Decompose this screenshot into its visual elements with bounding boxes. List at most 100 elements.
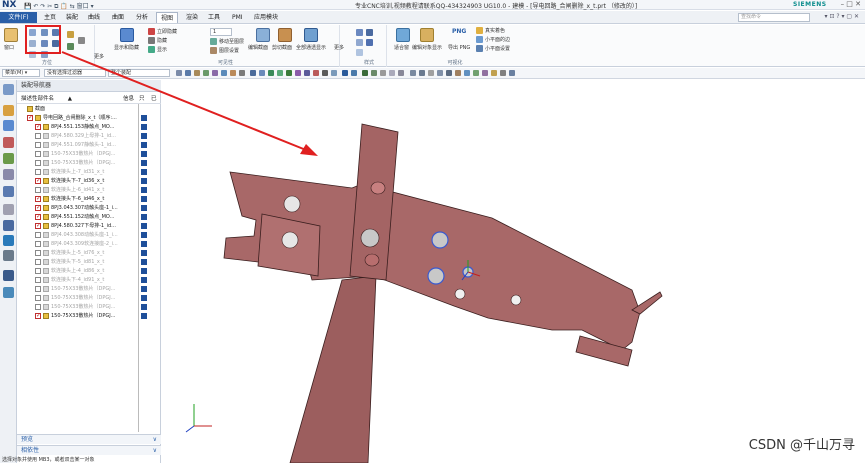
- zoom-icon[interactable]: [67, 31, 74, 38]
- contact-stud-top[interactable]: [370, 181, 386, 195]
- view-icon-3[interactable]: [428, 70, 434, 76]
- more-snap-icon[interactable]: [389, 70, 395, 76]
- hd3d-icon[interactable]: [3, 169, 14, 180]
- view-icon-11[interactable]: [500, 70, 506, 76]
- immediate-hide-button[interactable]: 立即隐藏: [148, 28, 177, 35]
- part-navigator-icon[interactable]: [3, 137, 14, 148]
- reuse-library-icon[interactable]: [3, 153, 14, 164]
- file-menu[interactable]: 文件(F): [0, 12, 37, 23]
- hidden-wire-icon[interactable]: [356, 49, 363, 56]
- visibility-checkbox[interactable]: [35, 286, 41, 292]
- component-node[interactable]: 软连接头下-7_id36_x_t: [17, 177, 161, 186]
- preview-panel-bar[interactable]: 预览 ∨: [17, 434, 161, 444]
- visibility-checkbox[interactable]: [35, 241, 41, 247]
- snap-icon-7[interactable]: [304, 70, 310, 76]
- visibility-checkbox[interactable]: [35, 142, 41, 148]
- history-icon[interactable]: [3, 204, 14, 215]
- visibility-checkbox[interactable]: [27, 114, 33, 122]
- component-node[interactable]: 150-75X33散热片（DPGJ...: [17, 303, 161, 312]
- view-icon-2[interactable]: [419, 70, 425, 76]
- png-icon[interactable]: PNG: [452, 28, 466, 35]
- view-icon-5[interactable]: [446, 70, 452, 76]
- clip-section-icon[interactable]: [278, 28, 292, 42]
- tab-assembly[interactable]: 装配: [62, 12, 82, 23]
- hide-button[interactable]: 隐藏: [148, 37, 167, 44]
- view-icon-9[interactable]: [482, 70, 488, 76]
- fit-window-button[interactable]: 适合窗: [394, 44, 409, 51]
- col-info-header[interactable]: 信息: [123, 94, 134, 104]
- component-node[interactable]: 8PJ4.043.309软连接座-2_i...: [17, 240, 161, 249]
- view-icon-4[interactable]: [437, 70, 443, 76]
- visibility-checkbox[interactable]: [35, 133, 41, 139]
- select-icon-4[interactable]: [203, 70, 209, 76]
- tab-applications[interactable]: 应用模块: [250, 12, 282, 23]
- select-icon-6[interactable]: [221, 70, 227, 76]
- layer-settings-button[interactable]: 图层设置: [210, 47, 239, 54]
- export-png-button[interactable]: 导出 PNG: [448, 44, 470, 51]
- quick-access-toolbar[interactable]: 💾 ↶ ↷ ✂ ⧉ 📋 ⇆ 窗口 ▾: [24, 1, 94, 11]
- shaded-icon[interactable]: [356, 29, 363, 36]
- tab-analysis[interactable]: 分析: [132, 12, 152, 23]
- tab-render[interactable]: 渲染: [182, 12, 202, 23]
- move-to-layer-button[interactable]: 移动至图层: [210, 38, 244, 45]
- tab-curve[interactable]: 曲线: [84, 12, 104, 23]
- system-materials-icon[interactable]: [3, 220, 14, 231]
- more-orient-icon[interactable]: [78, 37, 85, 44]
- visibility-checkbox[interactable]: [35, 213, 41, 221]
- snap-icon-10[interactable]: [331, 70, 337, 76]
- root-assembly-node[interactable]: 导电回路_合闸删除_x_t（顺序:...: [17, 114, 161, 123]
- visibility-checkbox[interactable]: [35, 268, 41, 274]
- window-icon[interactable]: [4, 28, 18, 42]
- component-node[interactable]: 8PJ4.043.308动触头座-1_i...: [17, 231, 161, 240]
- select-icon-2[interactable]: [185, 70, 191, 76]
- snap-icon-3[interactable]: [268, 70, 274, 76]
- shaded-edges-icon[interactable]: [366, 29, 373, 36]
- visibility-checkbox[interactable]: [35, 277, 41, 283]
- more-visibility-button[interactable]: 更多: [334, 44, 344, 51]
- snap-icon-9[interactable]: [322, 70, 328, 76]
- view-icon-6[interactable]: [455, 70, 461, 76]
- select-icon-8[interactable]: [239, 70, 245, 76]
- hole-2[interactable]: [281, 231, 299, 249]
- clip-section-button[interactable]: 剪切截面: [272, 44, 292, 51]
- visibility-checkbox[interactable]: [35, 177, 41, 185]
- point-icon[interactable]: [342, 70, 348, 76]
- visibility-checkbox[interactable]: [35, 151, 41, 157]
- contact-stud-bottom[interactable]: [364, 253, 380, 267]
- visibility-checkbox[interactable]: [35, 169, 41, 175]
- show-button[interactable]: 显示: [148, 46, 167, 53]
- facet-edges-button[interactable]: 小平面的边: [476, 36, 510, 43]
- snap-icon-1[interactable]: [250, 70, 256, 76]
- component-node[interactable]: 8PJ4.580.329上母排-1_id...: [17, 132, 161, 141]
- view-icon-8[interactable]: [473, 70, 479, 76]
- hole-highlighted-2[interactable]: [427, 267, 445, 285]
- static-wire-icon[interactable]: [366, 39, 373, 46]
- col-name-header[interactable]: 描述性部件名 ▲: [21, 94, 72, 104]
- component-node[interactable]: 8PJ4.551.153静触点_MO...: [17, 123, 161, 132]
- menubar-controls[interactable]: ▾ ⊡ ? ▾ ▢ ✕: [825, 13, 859, 20]
- visibility-checkbox[interactable]: [35, 222, 41, 230]
- visibility-checkbox[interactable]: [35, 250, 41, 256]
- view-icon-12[interactable]: [509, 70, 515, 76]
- assembly-navigator-icon[interactable]: [3, 105, 14, 116]
- component-node[interactable]: 150-75X33散热片（DPGJ...: [17, 159, 161, 168]
- translucency-icon[interactable]: [304, 28, 318, 42]
- select-icon-1[interactable]: [176, 70, 182, 76]
- component-node[interactable]: 软连接头下-4_id91_x_t: [17, 276, 161, 285]
- all-translucent-button[interactable]: 全部通透显示: [296, 44, 326, 51]
- dependency-panel-bar[interactable]: 相依性 ∨: [17, 445, 161, 455]
- constraint-navigator-icon[interactable]: [3, 120, 14, 131]
- edit-section-icon[interactable]: [256, 28, 270, 42]
- snap-icon-8[interactable]: [313, 70, 319, 76]
- component-node[interactable]: 软连接头上-4_id86_x_t: [17, 267, 161, 276]
- edit-section-button[interactable]: 编辑截面: [248, 44, 268, 51]
- hole-highlighted-1[interactable]: [431, 231, 449, 249]
- component-node[interactable]: 软连接头上-7_id31_x_t: [17, 168, 161, 177]
- window-controls[interactable]: – □ ✕: [841, 0, 861, 8]
- col-modified-header[interactable]: 已: [151, 94, 157, 104]
- show-hide-button[interactable]: 显示和隐藏: [114, 44, 139, 51]
- snap-icon-6[interactable]: [295, 70, 301, 76]
- settings-icon[interactable]: [3, 84, 14, 95]
- component-node[interactable]: 150-75X33散热片（DPGJ...: [17, 312, 161, 321]
- edit-object-display-button[interactable]: 编辑对象显示: [412, 44, 442, 51]
